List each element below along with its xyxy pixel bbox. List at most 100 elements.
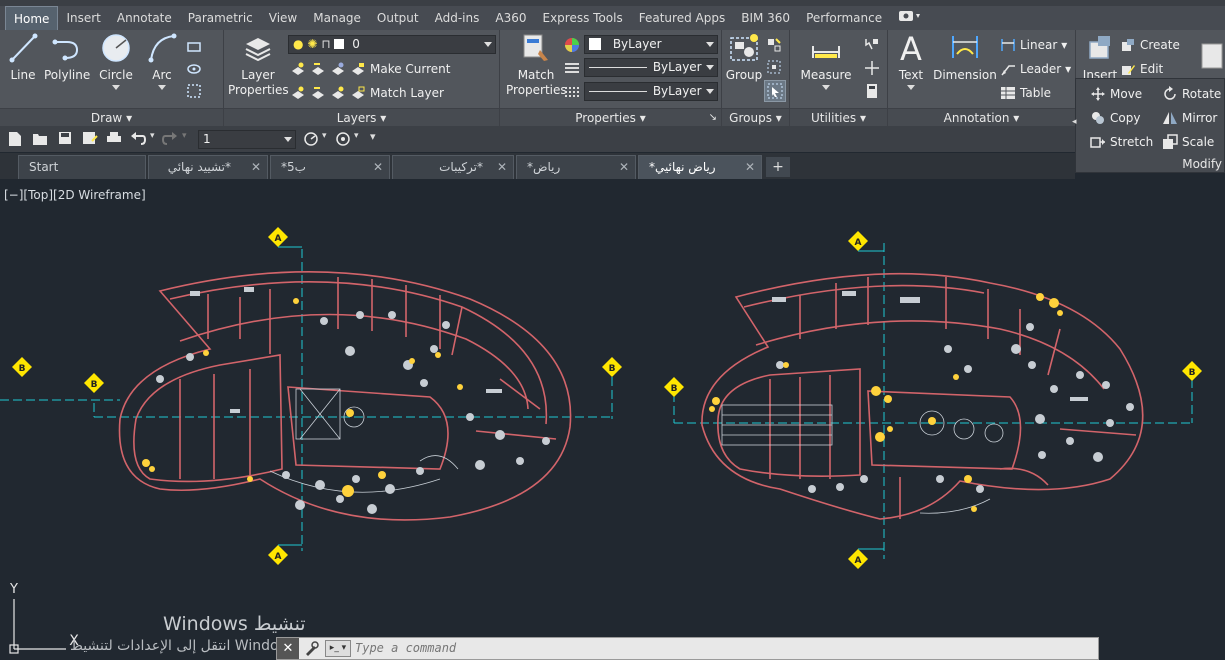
lineweight-dropdown-arrow[interactable] [706,89,714,94]
share-dropdown-icon[interactable]: ▾ [354,131,359,141]
file-tab-3[interactable]: *تركيبات للرياض✕ [392,155,514,196]
ungroup-button[interactable] [766,34,782,56]
close-tab-icon[interactable]: ✕ [251,156,261,178]
layer-dropdown[interactable]: ● ✺ ⊓ 0 [288,35,496,54]
make-current-button[interactable]: Make Current [370,58,451,80]
circle-dropdown-arrow[interactable] [112,85,120,90]
tab-output[interactable]: Output [369,6,427,30]
panel-toggle-button[interactable] [890,6,930,30]
paste-icon[interactable] [1200,38,1224,70]
layer-lock-icon[interactable] [350,61,366,77]
text-dropdown-arrow[interactable] [907,85,915,90]
modify-panel-title[interactable]: Modify [1182,157,1222,171]
undo-icon[interactable] [130,132,146,146]
layer-quick-combo[interactable]: 1 [198,130,296,149]
insert-button[interactable]: Insert [1080,32,1120,83]
layer-thaw-icon[interactable] [330,85,346,101]
tab-parametric[interactable]: Parametric [180,6,261,30]
drawing-canvas[interactable]: [−][Top][2D Wireframe] A A B B B A A B B… [0,179,1225,660]
group-edit-button[interactable] [766,56,782,78]
plot-icon[interactable] [106,131,122,145]
command-input[interactable]: Type a command [355,638,456,659]
close-tab-icon[interactable]: ✕ [497,156,507,178]
rotate-button[interactable]: Rotate [1162,83,1221,105]
new-tab-button[interactable]: + [766,157,790,177]
undo-dropdown-icon[interactable]: ▾ [150,131,155,141]
color-dropdown[interactable]: ByLayer [584,35,718,54]
tab-insert[interactable]: Insert [58,6,108,30]
layer-dropdown-arrow[interactable] [484,42,492,47]
tab-view[interactable]: View [261,6,305,30]
boundary-button[interactable] [186,80,202,102]
layer-unlock-icon[interactable] [350,85,366,101]
tab-express-tools[interactable]: Express Tools [535,6,631,30]
group-select-button[interactable] [764,80,786,102]
layer-off-icon[interactable] [290,61,306,77]
layer-properties-button[interactable]: Layer Properties [228,32,289,98]
tab-performance[interactable]: Performance [798,6,890,30]
customize-qat-icon[interactable]: ▾ [370,130,376,143]
open-icon[interactable] [32,132,48,146]
workspace-dropdown-icon[interactable]: ▾ [322,131,327,141]
line-button[interactable]: Line [4,32,42,83]
tab-home[interactable]: Home [5,6,59,30]
hatch-button[interactable] [186,58,202,80]
file-tab-1[interactable]: *تشييد نهائي ✕ [148,155,268,179]
calculator-button[interactable] [864,80,880,102]
workspace-icon[interactable] [304,132,318,146]
tab-manage[interactable]: Manage [305,6,369,30]
match-layer-button[interactable]: Match Layer [370,82,444,104]
redo-icon[interactable] [162,132,178,146]
file-tab-2[interactable]: *ب5 ✕ [270,155,390,179]
quick-select-button[interactable] [864,34,880,56]
file-tab-4[interactable]: *رياض ✕ [516,155,636,179]
groups-panel-title[interactable]: Groups ▾ [722,108,789,126]
dimension-button[interactable]: Dimension [932,32,998,83]
scale-button[interactable]: Scale [1162,131,1214,153]
linetype-dropdown-arrow[interactable] [706,65,714,70]
circle-button[interactable]: Circle [96,32,136,90]
arc-button[interactable]: Arc [142,32,182,90]
color-dropdown-arrow[interactable] [706,42,714,47]
table-button[interactable]: Table [1000,82,1051,104]
annotation-panel-title[interactable]: Annotation ▾ [888,108,1075,126]
layer-on-icon[interactable] [290,85,306,101]
tab-featured-apps[interactable]: Featured Apps [631,6,733,30]
linear-button[interactable]: Linear ▾ [1000,34,1067,56]
group-button[interactable]: Group [724,32,764,83]
match-properties-button[interactable]: Match Properties [506,32,567,98]
command-prompt-icon[interactable]: ▸_ ▾ [325,640,351,657]
arc-dropdown-arrow[interactable] [158,85,166,90]
leader-button[interactable]: Leader ▾ [1000,58,1071,80]
layer-isolate-icon[interactable] [310,61,326,77]
text-button[interactable]: A Text [894,32,928,90]
tab-addins[interactable]: Add-ins [427,6,488,30]
command-close-button[interactable]: ✕ [277,638,299,659]
id-point-button[interactable] [864,57,880,79]
stretch-button[interactable]: Stretch [1090,131,1153,153]
tab-annotate[interactable]: Annotate [109,6,180,30]
tab-a360[interactable]: A360 [487,6,534,30]
edit-block-button[interactable]: Edit [1120,58,1163,80]
lineweight-dropdown[interactable]: ByLayer [584,82,718,101]
mirror-button[interactable]: Mirror [1162,107,1217,129]
polyline-button[interactable]: Polyline [44,32,90,83]
move-button[interactable]: Move [1090,83,1142,105]
layer-quick-arrow[interactable] [284,137,292,142]
linetype-dropdown[interactable]: ByLayer [584,58,718,77]
properties-dialog-launcher-icon[interactable]: ↘ [709,109,717,127]
close-tab-icon[interactable]: ✕ [619,156,629,178]
redo-dropdown-icon[interactable]: ▾ [182,131,187,141]
close-tab-icon[interactable]: ✕ [373,156,383,178]
layers-panel-title[interactable]: Layers ▾ [224,108,499,126]
create-block-button[interactable]: Create [1120,34,1180,56]
utilities-panel-title[interactable]: Utilities ▾ [790,108,887,126]
close-tab-icon[interactable]: ✕ [745,156,755,178]
tab-bim360[interactable]: BIM 360 [733,6,798,30]
measure-dropdown-arrow[interactable] [822,85,830,90]
layer-freeze-icon[interactable] [330,61,346,77]
command-customize-icon[interactable] [303,641,319,657]
draw-panel-title[interactable]: Draw ▾ [0,108,223,126]
new-icon[interactable] [8,131,22,147]
properties-panel-title[interactable]: Properties ▾ ↘ [500,108,721,126]
